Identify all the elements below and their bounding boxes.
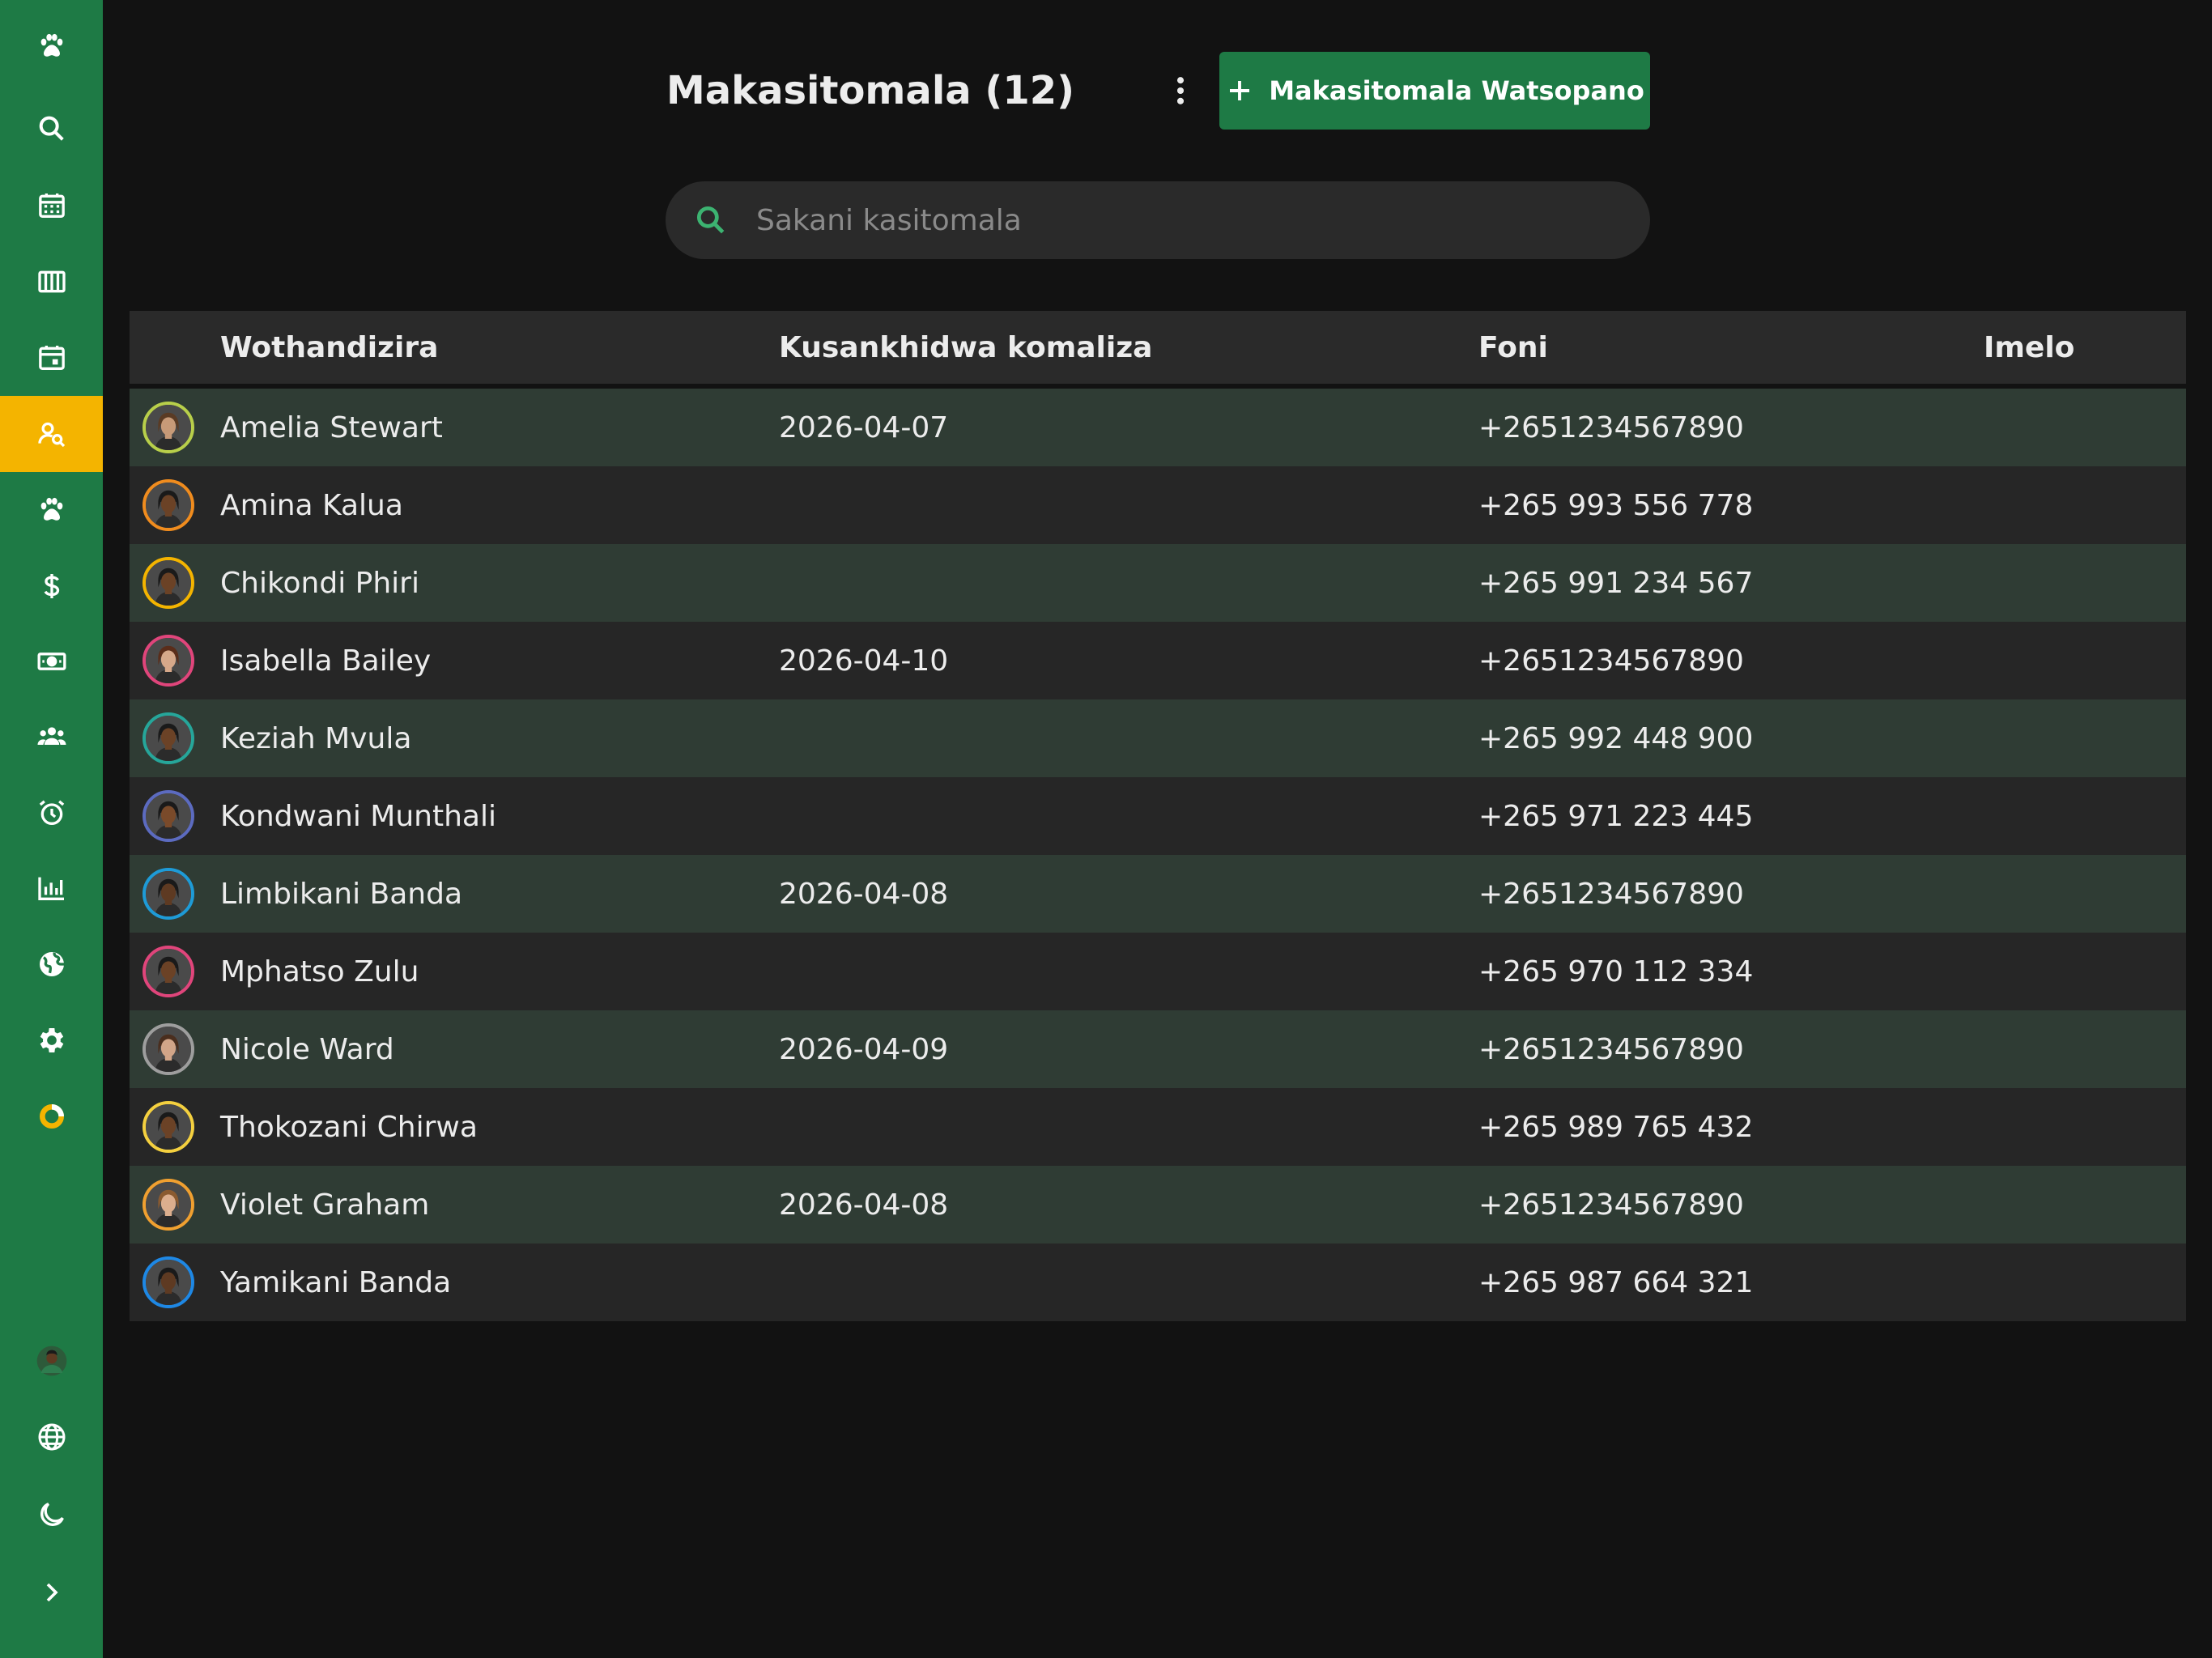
- avatar: [143, 479, 194, 531]
- avatar: [143, 1179, 194, 1231]
- last-appointment: 2026-04-10: [779, 644, 949, 678]
- last-appointment: 2026-04-07: [779, 410, 949, 444]
- customer-search-icon[interactable]: [0, 396, 103, 472]
- chevron-right-icon[interactable]: [0, 1554, 103, 1630]
- customer-name: Thokozani Chirwa: [220, 1110, 478, 1144]
- paw-icon[interactable]: [0, 472, 103, 548]
- alarm-icon[interactable]: [0, 775, 103, 851]
- table-row[interactable]: Amina Kalua +265 993 556 778: [130, 466, 2186, 544]
- phone-number: +265 989 765 432: [1478, 1110, 1754, 1144]
- plus-icon: [1230, 81, 1250, 100]
- table-row[interactable]: Nicole Ward 2026-04-09 +2651234567890: [130, 1010, 2186, 1088]
- column-header-phone[interactable]: Foni: [1478, 311, 1548, 384]
- last-appointment: 2026-04-08: [779, 877, 949, 911]
- customer-name: Violet Graham: [220, 1188, 430, 1222]
- phone-number: +2651234567890: [1478, 410, 1744, 444]
- sidebar: [0, 0, 103, 1658]
- table-row[interactable]: Thokozani Chirwa +265 989 765 432: [130, 1088, 2186, 1166]
- table-row[interactable]: Keziah Mvula +265 992 448 900: [130, 699, 2186, 777]
- column-header-agent[interactable]: Wothandizira: [220, 311, 438, 384]
- table-row[interactable]: Kondwani Munthali +265 971 223 445: [130, 777, 2186, 855]
- customer-name: Yamikani Banda: [220, 1265, 452, 1299]
- language-icon[interactable]: [0, 1399, 103, 1475]
- group-icon[interactable]: [0, 699, 103, 775]
- moon-icon[interactable]: [0, 1477, 103, 1553]
- phone-number: +265 991 234 567: [1478, 566, 1754, 600]
- phone-number: +2651234567890: [1478, 877, 1744, 911]
- avatar: [143, 946, 194, 997]
- table-row[interactable]: Limbikani Banda 2026-04-08 +2651234567890: [130, 855, 2186, 933]
- customer-name: Chikondi Phiri: [220, 566, 419, 600]
- table-row[interactable]: Amelia Stewart 2026-04-07 +2651234567890: [130, 389, 2186, 466]
- table-header: Wothandizira Kusankhidwa komaliza Foni I…: [130, 311, 2186, 389]
- avatar: [143, 1256, 194, 1308]
- phone-number: +265 970 112 334: [1478, 954, 1754, 988]
- avatar: [143, 635, 194, 687]
- calendar-day-icon[interactable]: [0, 320, 103, 396]
- dollar-icon[interactable]: [0, 548, 103, 624]
- phone-number: +2651234567890: [1478, 1032, 1744, 1066]
- avatar: [143, 790, 194, 842]
- table-body: Amelia Stewart 2026-04-07 +2651234567890 Am…: [130, 389, 2186, 1321]
- calendar-grid-icon[interactable]: [0, 168, 103, 244]
- cash-icon[interactable]: [0, 623, 103, 699]
- table-row[interactable]: Mphatso Zulu +265 970 112 334: [130, 933, 2186, 1010]
- page-title: Makasitomala (12): [666, 68, 1075, 113]
- table-row[interactable]: Chikondi Phiri +265 991 234 567: [130, 544, 2186, 622]
- table-row[interactable]: Violet Graham 2026-04-08 +2651234567890: [130, 1166, 2186, 1244]
- last-appointment: 2026-04-08: [779, 1188, 949, 1222]
- customer-name: Mphatso Zulu: [220, 954, 419, 988]
- column-header-email[interactable]: Imelo: [1984, 311, 2074, 384]
- phone-number: +265 987 664 321: [1478, 1265, 1754, 1299]
- table-row[interactable]: Yamikani Banda +265 987 664 321: [130, 1244, 2186, 1321]
- more-options-button[interactable]: [1158, 68, 1203, 113]
- more-vertical-icon: [1176, 77, 1185, 104]
- phone-number: +265 971 223 445: [1478, 799, 1754, 833]
- avatar: [143, 1101, 194, 1153]
- paw-logo-icon[interactable]: [0, 8, 103, 84]
- avatar: [143, 712, 194, 764]
- customer-name: Nicole Ward: [220, 1032, 394, 1066]
- customer-name: Limbikani Banda: [220, 877, 463, 911]
- avatar: [143, 557, 194, 609]
- avatar: [143, 1023, 194, 1075]
- columns-icon[interactable]: [0, 244, 103, 320]
- phone-number: +265 993 556 778: [1478, 488, 1754, 522]
- customer-name: Amina Kalua: [220, 488, 403, 522]
- phone-number: +2651234567890: [1478, 1188, 1744, 1222]
- table-row[interactable]: Isabella Bailey 2026-04-10 +2651234567890: [130, 622, 2186, 699]
- globe-filled-icon[interactable]: [0, 926, 103, 1002]
- last-appointment: 2026-04-09: [779, 1032, 949, 1066]
- customer-name: Kondwani Munthali: [220, 799, 496, 833]
- search-icon[interactable]: [0, 91, 103, 167]
- search-input[interactable]: [755, 187, 1650, 253]
- search-icon: [693, 202, 729, 238]
- app: Makasitomala (12) Makasitomala Watsopano…: [0, 0, 2212, 1658]
- customer-name: Isabella Bailey: [220, 644, 432, 678]
- new-customer-button[interactable]: Makasitomala Watsopano: [1219, 52, 1650, 130]
- donut-icon[interactable]: [0, 1078, 103, 1154]
- user-avatar[interactable]: [0, 1323, 103, 1399]
- search-bar: [666, 181, 1650, 259]
- column-header-last-appointment[interactable]: Kusankhidwa komaliza: [779, 311, 1152, 384]
- customer-name: Amelia Stewart: [220, 410, 443, 444]
- bar-chart-icon[interactable]: [0, 850, 103, 926]
- phone-number: +265 992 448 900: [1478, 721, 1754, 755]
- new-customer-button-label: Makasitomala Watsopano: [1269, 75, 1644, 106]
- customer-name: Keziah Mvula: [220, 721, 412, 755]
- gear-icon[interactable]: [0, 1002, 103, 1078]
- avatar: [143, 402, 194, 453]
- customers-table: Wothandizira Kusankhidwa komaliza Foni I…: [130, 311, 2186, 1321]
- phone-number: +2651234567890: [1478, 644, 1744, 678]
- avatar: [143, 868, 194, 920]
